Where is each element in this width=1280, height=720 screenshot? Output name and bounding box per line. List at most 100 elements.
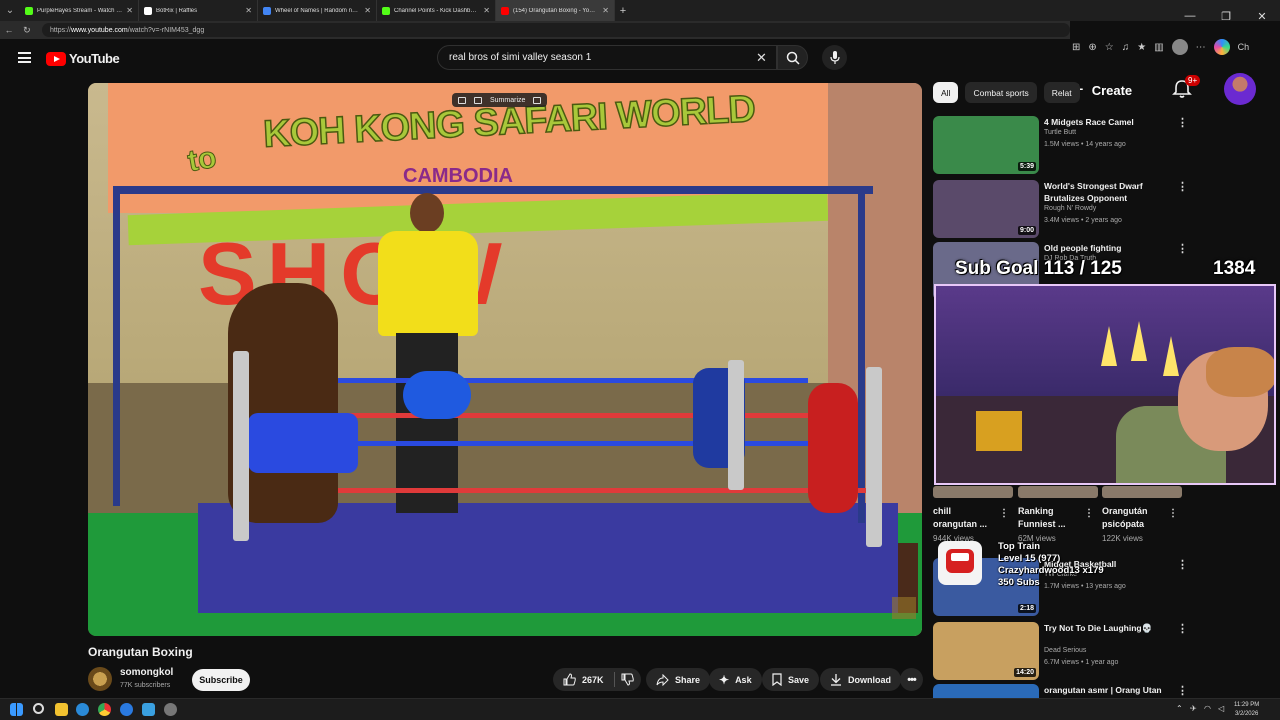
short-title[interactable]: Orangután psicópata: [1102, 505, 1166, 531]
tray-chevron-icon[interactable]: ⌃: [1176, 704, 1183, 713]
settings-icon[interactable]: [164, 703, 177, 716]
related-video-channel[interactable]: Rough N' Rowdy: [1044, 205, 1096, 212]
browser-tab[interactable]: Channel Points - Kick Dashboard ✕: [377, 0, 496, 21]
related-video-item[interactable]: 9:00 World's Strongest Dwarf Brutalizes O…: [933, 180, 1188, 238]
channel-avatar[interactable]: [88, 667, 112, 691]
screenshot-icon[interactable]: [458, 96, 466, 104]
create-button[interactable]: + Create: [1072, 78, 1132, 102]
share-button[interactable]: Share: [646, 668, 711, 691]
browser-tab[interactable]: Wheel of Names | Random name ✕: [258, 0, 377, 21]
short-thumbnail[interactable]: [1018, 486, 1098, 498]
subscriber-count: 77K subscribers: [120, 682, 171, 689]
short-menu-icon[interactable]: ⋮: [1084, 508, 1094, 519]
close-tab-icon[interactable]: ✕: [483, 6, 490, 15]
system-clock[interactable]: 11:29 PM 3/2/2026: [1234, 701, 1259, 719]
minimize-icon[interactable]: —: [1172, 0, 1208, 32]
video-menu-icon[interactable]: ⋮: [1177, 558, 1188, 571]
edge-icon[interactable]: [76, 703, 89, 716]
notifications-button[interactable]: 9+: [1172, 75, 1201, 101]
summarize-button[interactable]: Summarize: [490, 97, 525, 104]
related-video-title[interactable]: 4 Midgets Race Camel: [1044, 116, 1164, 128]
refresh-icon[interactable]: ↻: [18, 25, 36, 36]
file-explorer-icon[interactable]: [55, 703, 68, 716]
chrome-icon[interactable]: [98, 703, 111, 716]
app-icon[interactable]: [120, 703, 133, 716]
short-menu-icon[interactable]: ⋮: [999, 508, 1009, 519]
tab-title: PurpleHayes Stream - Watch Live: [37, 7, 123, 14]
tab-favicon-icon: [382, 6, 390, 15]
translate-icon[interactable]: [533, 96, 542, 104]
youtube-logo[interactable]: YouTube: [46, 51, 120, 66]
back-icon[interactable]: ←: [0, 25, 18, 35]
short-title[interactable]: chill orangutan ...: [933, 505, 997, 531]
related-video-thumbnail[interactable]: 14:20: [933, 622, 1039, 680]
save-button[interactable]: Save: [762, 668, 820, 691]
menu-icon[interactable]: [18, 52, 31, 63]
short-title[interactable]: Ranking Funniest ...: [1018, 505, 1082, 531]
chip-combat-sports[interactable]: Combat sports: [965, 82, 1037, 103]
channel-watermark[interactable]: [892, 597, 916, 619]
video-player[interactable]: to KOH KONG SAFARI WORLD CAMBODIA SHOW S…: [88, 83, 922, 636]
video-title: Orangutan Boxing: [88, 645, 193, 659]
related-video-item[interactable]: 14:20 Try Not To Die Laughing💀 Dead Seriou…: [933, 622, 1188, 680]
subscribe-button[interactable]: Subscribe: [192, 669, 250, 691]
close-tab-icon[interactable]: ✕: [602, 6, 609, 15]
chip-related[interactable]: Relat: [1043, 82, 1080, 103]
related-video-title[interactable]: orangutan asmr | Orang Utan: [1044, 684, 1164, 696]
browser-tab[interactable]: PurpleHayes Stream - Watch Live ✕: [20, 0, 139, 21]
tab-title: BotRix | Raffles: [156, 7, 198, 14]
browser-tab[interactable]: BotRix | Raffles ✕: [139, 0, 258, 21]
related-video-item[interactable]: 5:39 4 Midgets Race Camel Turtle Butt 1.5M …: [933, 116, 1188, 174]
tab-actions-icon[interactable]: ⌄: [0, 0, 20, 21]
close-tab-icon[interactable]: ✕: [245, 6, 252, 15]
related-video-channel[interactable]: Dead Serious: [1044, 647, 1086, 654]
windows-start-icon[interactable]: [10, 703, 23, 716]
video-menu-icon[interactable]: ⋮: [1177, 116, 1188, 129]
search-input[interactable]: real bros of simi valley season 1 ✕: [437, 45, 777, 70]
search-taskbar-icon[interactable]: [33, 703, 44, 714]
download-label: Download: [848, 674, 891, 685]
related-video-thumbnail[interactable]: 9:00: [933, 180, 1039, 238]
close-tab-icon[interactable]: ✕: [364, 6, 371, 15]
video-menu-icon[interactable]: ⋮: [1177, 622, 1188, 635]
app-icon[interactable]: [142, 703, 155, 716]
account-avatar[interactable]: [1224, 73, 1256, 105]
url-field[interactable]: https://www.youtube.com/watch?v=-rNIM453…: [41, 23, 1070, 37]
screen: ⌄ PurpleHayes Stream - Watch Live ✕ BotRix…: [0, 0, 1280, 720]
volume-icon[interactable]: ◁: [1218, 704, 1224, 713]
video-menu-icon[interactable]: ⋮: [1177, 180, 1188, 193]
video-duration: 5:39: [1017, 162, 1036, 171]
search-button[interactable]: [777, 45, 808, 70]
clock-date: 3/2/2026: [1234, 711, 1259, 717]
video-duration: 2:18: [1017, 604, 1036, 613]
close-tab-icon[interactable]: ✕: [126, 6, 133, 15]
channel-name[interactable]: somongkol: [120, 667, 173, 678]
video-menu-icon[interactable]: ⋮: [1177, 242, 1188, 255]
chip-all[interactable]: All: [933, 82, 959, 103]
video-lookup-icon[interactable]: [474, 96, 482, 104]
train-level: Level 15 (977): [998, 553, 1061, 564]
ring-post: [233, 351, 249, 541]
new-tab-button[interactable]: +: [615, 5, 631, 17]
download-button[interactable]: Download: [820, 668, 901, 691]
short-menu-icon[interactable]: ⋮: [1168, 508, 1178, 519]
wifi-icon[interactable]: ◠: [1204, 704, 1211, 713]
related-video-title[interactable]: World's Strongest Dwarf Brutalizes Oppon…: [1044, 180, 1164, 204]
voice-search-button[interactable]: [822, 45, 847, 70]
short-thumbnail[interactable]: [933, 486, 1013, 498]
clear-search-icon[interactable]: ✕: [756, 50, 767, 66]
related-video-thumbnail[interactable]: 5:39: [933, 116, 1039, 174]
related-video-title[interactable]: Old people fighting: [1044, 242, 1164, 254]
related-video-title[interactable]: Try Not To Die Laughing💀: [1044, 622, 1164, 634]
related-video-channel[interactable]: Turtle Butt: [1044, 129, 1076, 136]
ask-button[interactable]: ✦ Ask: [709, 668, 762, 691]
tray-icon[interactable]: ✈: [1190, 704, 1197, 713]
more-actions-icon[interactable]: •••: [900, 668, 923, 691]
thumbs-down-icon: [621, 673, 634, 686]
browser-tab[interactable]: (154) Orangutan Boxing - YouTube ✕: [496, 0, 615, 21]
restore-icon[interactable]: ❐: [1208, 0, 1244, 32]
video-menu-icon[interactable]: ⋮: [1177, 684, 1188, 697]
short-thumbnail[interactable]: [1102, 486, 1182, 498]
dislike-button[interactable]: [613, 668, 641, 691]
close-window-icon[interactable]: ✕: [1244, 0, 1280, 32]
